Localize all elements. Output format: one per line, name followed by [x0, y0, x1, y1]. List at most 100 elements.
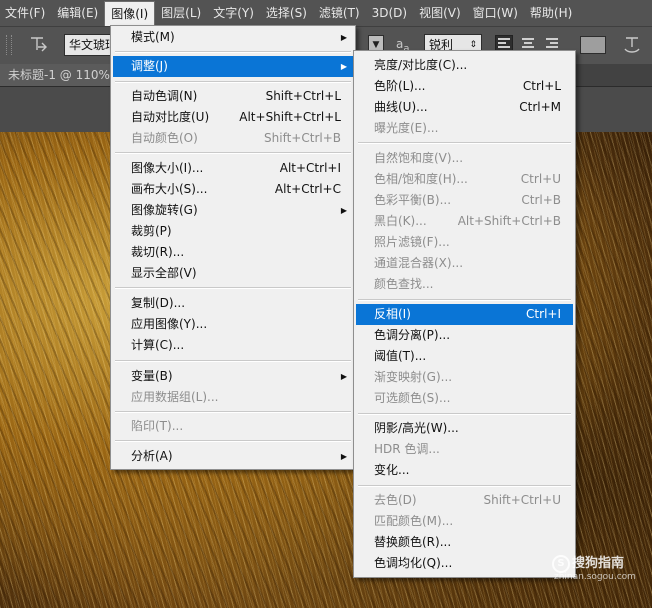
adjust-item-threshold[interactable]: 阈值(T)... — [356, 346, 573, 367]
menu-item-shortcut: Alt+Ctrl+I — [279, 161, 341, 175]
menu-separator — [358, 413, 571, 415]
menu-separator — [115, 287, 351, 289]
adjust-item-shadows-highlights[interactable]: 阴影/高光(W)... — [356, 418, 573, 439]
menu-separator — [358, 299, 571, 301]
image-menu-item-mode[interactable]: 模式(M) ▶ — [113, 27, 353, 48]
image-menu-item-trim[interactable]: 裁切(R)... — [113, 242, 353, 263]
menu-item-label: 图像旋转(G) — [131, 203, 198, 217]
image-menu-item-apply-image[interactable]: 应用图像(Y)... — [113, 314, 353, 335]
menu-separator — [115, 440, 351, 442]
menu-item-label: 曲线(U)... — [374, 100, 428, 114]
submenu-arrow-icon: ▶ — [340, 452, 347, 461]
menu-item-label: 画布大小(S)... — [131, 182, 208, 196]
image-menu-item-trap: 陷印(T)... — [113, 416, 353, 437]
adjust-item-invert[interactable]: 反相(I) Ctrl+I — [356, 304, 573, 325]
image-menu-item-canvas-size[interactable]: 画布大小(S)... Alt+Ctrl+C — [113, 179, 353, 200]
menu-item-label: 变化... — [374, 463, 410, 477]
adjust-item-posterize[interactable]: 色调分离(P)... — [356, 325, 573, 346]
adjust-item-replace-color[interactable]: 替换颜色(R)... — [356, 532, 573, 553]
menu-item-label: 陷印(T)... — [131, 419, 184, 433]
menu-select[interactable]: 选择(S) — [260, 0, 313, 26]
menu-item-shortcut: Shift+Ctrl+U — [483, 493, 561, 507]
menu-item-shortcut: Shift+Ctrl+L — [265, 89, 341, 103]
submenu-arrow-icon: ▶ — [340, 372, 347, 381]
menu-type[interactable]: 文字(Y) — [207, 0, 260, 26]
text-color-swatch[interactable] — [580, 36, 606, 54]
menu-item-shortcut: Alt+Shift+Ctrl+L — [239, 110, 341, 124]
menu-item-label: 照片滤镜(F)... — [374, 235, 450, 249]
menu-item-label: 渐变映射(G)... — [374, 370, 453, 384]
menu-help[interactable]: 帮助(H) — [524, 0, 578, 26]
adjust-item-desaturate: 去色(D) Shift+Ctrl+U — [356, 490, 573, 511]
adjust-item-hue-saturation: 色相/饱和度(H)... Ctrl+U — [356, 169, 573, 190]
image-menu-item-duplicate[interactable]: 复制(D)... — [113, 293, 353, 314]
menu-item-label: 色彩平衡(B)... — [374, 193, 452, 207]
adjust-item-levels[interactable]: 色阶(L)... Ctrl+L — [356, 76, 573, 97]
menu-layer[interactable]: 图层(L) — [155, 0, 207, 26]
menu-bar: 文件(F) 编辑(E) 图像(I) 图层(L) 文字(Y) 选择(S) 滤镜(T… — [0, 0, 652, 27]
adjust-item-black-white: 黑白(K)... Alt+Shift+Ctrl+B — [356, 211, 573, 232]
menu-item-label: 反相(I) — [374, 307, 411, 321]
menu-item-label: 黑白(K)... — [374, 214, 427, 228]
image-menu-item-auto-contrast[interactable]: 自动对比度(U) Alt+Shift+Ctrl+L — [113, 107, 353, 128]
menu-item-label: 去色(D) — [374, 493, 417, 507]
menu-item-label: 匹配颜色(M)... — [374, 514, 454, 528]
menu-filter[interactable]: 滤镜(T) — [313, 0, 366, 26]
menu-item-label: 应用数据组(L)... — [131, 390, 219, 404]
text-orientation-icon[interactable] — [28, 34, 50, 56]
menu-file[interactable]: 文件(F) — [0, 0, 51, 26]
image-menu-item-apply-data-set: 应用数据组(L)... — [113, 387, 353, 408]
adjust-item-selective-color: 可选颜色(S)... — [356, 388, 573, 409]
menu-item-label: 变量(B) — [131, 369, 173, 383]
adjust-item-brightness-contrast[interactable]: 亮度/对比度(C)... — [356, 55, 573, 76]
image-menu-item-auto-color: 自动颜色(O) Shift+Ctrl+B — [113, 128, 353, 149]
menu-image[interactable]: 图像(I) — [104, 0, 156, 27]
image-menu-item-auto-tone[interactable]: 自动色调(N) Shift+Ctrl+L — [113, 86, 353, 107]
image-menu-item-variables[interactable]: 变量(B) ▶ — [113, 366, 353, 387]
menu-item-label: 应用图像(Y)... — [131, 317, 208, 331]
menu-item-label: 色相/饱和度(H)... — [374, 172, 468, 186]
image-menu-item-image-size[interactable]: 图像大小(I)... Alt+Ctrl+I — [113, 158, 353, 179]
menu-view[interactable]: 视图(V) — [413, 0, 467, 26]
image-menu-item-crop[interactable]: 裁剪(P) — [113, 221, 353, 242]
options-grip-handle[interactable] — [6, 35, 12, 55]
image-menu: 模式(M) ▶ 调整(J) ▶ 自动色调(N) Shift+Ctrl+L 自动对比度(… — [110, 25, 356, 470]
adjust-item-color-balance: 色彩平衡(B)... Ctrl+B — [356, 190, 573, 211]
adjust-item-equalize[interactable]: 色调均化(Q)... — [356, 553, 573, 574]
image-menu-item-calculations[interactable]: 计算(C)... — [113, 335, 353, 356]
menu-item-label: 自然饱和度(V)... — [374, 151, 464, 165]
adjust-item-variations[interactable]: 变化... — [356, 460, 573, 481]
menu-item-label: 阈值(T)... — [374, 349, 427, 363]
menu-separator — [115, 152, 351, 154]
image-menu-item-reveal-all[interactable]: 显示全部(V) — [113, 263, 353, 284]
image-menu-item-analysis[interactable]: 分析(A) ▶ — [113, 446, 353, 467]
menu-item-label: 亮度/对比度(C)... — [374, 58, 468, 72]
menu-item-label: 色阶(L)... — [374, 79, 426, 93]
menu-window[interactable]: 窗口(W) — [467, 0, 524, 26]
menu-item-label: 自动色调(N) — [131, 89, 198, 103]
document-tab[interactable]: 未标题-1 @ 110% — [0, 64, 118, 86]
menu-item-label: 颜色查找... — [374, 277, 434, 291]
menu-item-label: 色调分离(P)... — [374, 328, 451, 342]
warp-text-icon[interactable] — [622, 34, 642, 56]
menu-item-shortcut: Ctrl+B — [521, 193, 561, 207]
menu-separator — [358, 142, 571, 144]
menu-item-label: 模式(M) — [131, 30, 175, 44]
adjustments-submenu: 亮度/对比度(C)... 色阶(L)... Ctrl+L 曲线(U)... Ctrl… — [353, 50, 576, 578]
menu-item-label: 显示全部(V) — [131, 266, 197, 280]
font-family-field[interactable]: 华文琥珀 — [64, 34, 114, 56]
adjust-item-gradient-map: 渐变映射(G)... — [356, 367, 573, 388]
image-menu-item-image-rotation[interactable]: 图像旋转(G) ▶ — [113, 200, 353, 221]
menu-edit[interactable]: 编辑(E) — [51, 0, 104, 26]
image-menu-item-adjust[interactable]: 调整(J) ▶ — [113, 56, 353, 77]
menu-item-shortcut: Ctrl+L — [522, 79, 561, 93]
menu-item-label: 自动颜色(O) — [131, 131, 198, 145]
submenu-arrow-icon: ▶ — [340, 62, 347, 71]
menu-item-label: 色调均化(Q)... — [374, 556, 453, 570]
menu-item-label: 阴影/高光(W)... — [374, 421, 459, 435]
menu-3d[interactable]: 3D(D) — [366, 0, 413, 26]
menu-separator — [115, 51, 351, 53]
menu-item-shortcut: Shift+Ctrl+B — [264, 131, 341, 145]
adjust-item-curves[interactable]: 曲线(U)... Ctrl+M — [356, 97, 573, 118]
adjust-item-vibrance: 自然饱和度(V)... — [356, 148, 573, 169]
